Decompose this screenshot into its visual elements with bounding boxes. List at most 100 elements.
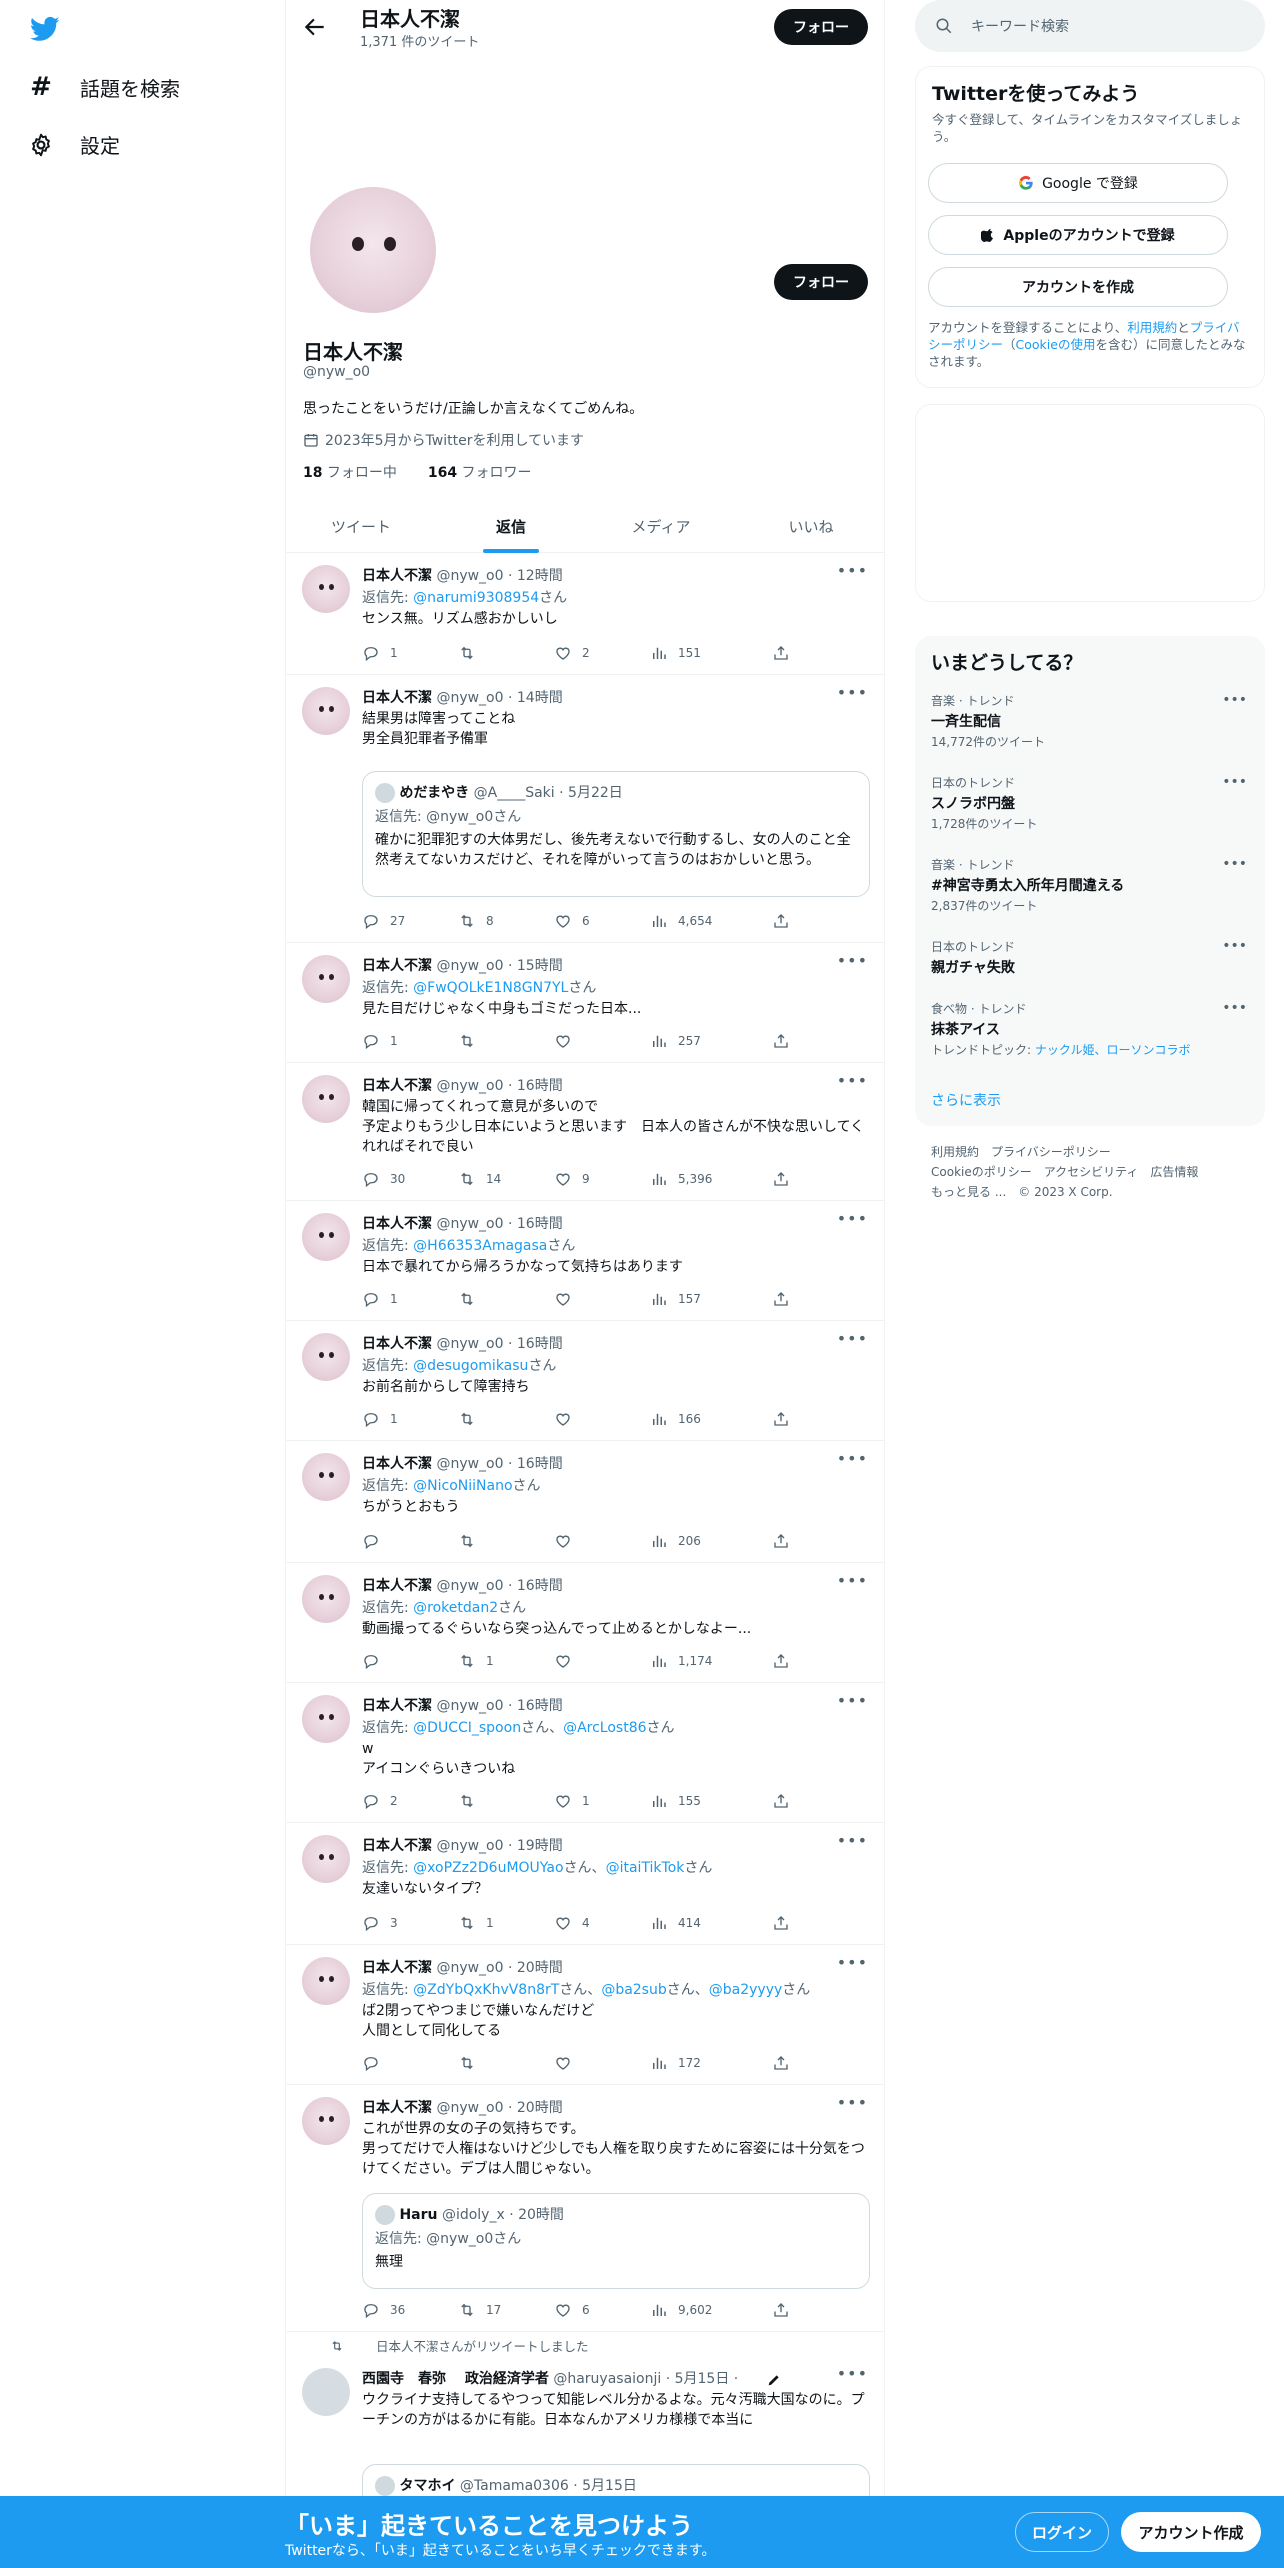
trend-item[interactable]: 日本のトレンド 親ガチャ失敗 •••	[931, 938, 1247, 977]
share-button[interactable]	[772, 1651, 790, 1671]
views-button[interactable]: 151	[650, 643, 701, 663]
tweet[interactable]: 日本人不潔 @nyw_o0 · 16時間 ••• 返信先: @H66353Amaga…	[286, 1201, 884, 1321]
more-options-icon[interactable]: •••	[837, 951, 868, 970]
search-input[interactable]: キーワード検索	[971, 16, 1069, 36]
like-button[interactable]: 4	[554, 1913, 590, 1933]
tweet-meta[interactable]: @nyw_o0 · 16時間	[432, 1216, 562, 1232]
tweet-author-name[interactable]: 日本人不潔	[362, 1578, 432, 1594]
share-button[interactable]	[772, 1289, 790, 1309]
trend-more-icon[interactable]: •••	[1222, 692, 1247, 708]
views-button[interactable]: 206	[650, 1531, 701, 1551]
views-button[interactable]: 166	[650, 1409, 701, 1429]
retweet-button[interactable]	[458, 643, 486, 663]
tweet-meta[interactable]: @nyw_o0 · 16時間	[432, 1336, 562, 1352]
retweet-button[interactable]: 17	[458, 2300, 501, 2320]
create-account-button[interactable]: アカウントを作成	[928, 267, 1228, 307]
more-options-icon[interactable]: •••	[837, 1449, 868, 1468]
more-options-icon[interactable]: •••	[837, 1953, 868, 1972]
views-button[interactable]: 257	[650, 1031, 701, 1051]
tweet-author-name[interactable]: 日本人不潔	[362, 958, 432, 974]
tweet-author-name[interactable]: 日本人不潔	[362, 1336, 432, 1352]
tweet[interactable]: 日本人不潔 @nyw_o0 · 14時間 ••• 結果男は障害ってことね 男全員犯罪…	[286, 675, 884, 943]
tweet-meta[interactable]: @nyw_o0 · 16時間	[432, 1078, 562, 1094]
back-arrow-icon[interactable]	[302, 14, 328, 40]
reply-to-link[interactable]: @ba2yyyy	[709, 1982, 783, 1998]
retweet-button[interactable]	[458, 1409, 486, 1429]
tweet-author-name[interactable]: 日本人不潔	[362, 2100, 432, 2116]
reply-to-link[interactable]: @ArcLost86	[563, 1720, 646, 1736]
more-options-icon[interactable]: •••	[837, 683, 868, 702]
share-button[interactable]	[772, 911, 790, 931]
tweet-author-name[interactable]: 日本人不潔	[362, 1698, 432, 1714]
share-button[interactable]	[772, 1169, 790, 1189]
tweet-meta[interactable]: @nyw_o0 · 14時間	[432, 690, 562, 706]
tweet-avatar[interactable]	[302, 2368, 350, 2416]
nav-explore[interactable]: # 話題を検索	[28, 72, 180, 102]
reply-to-link[interactable]: @DUCCI_spoon	[413, 1720, 521, 1736]
footer-line-2[interactable]: Cookieのポリシー アクセシビリティ 広告情報	[931, 1162, 1198, 1182]
more-options-icon[interactable]: •••	[837, 1329, 868, 1348]
retweet-button[interactable]	[458, 1289, 486, 1309]
reply-button[interactable]: 30	[362, 1169, 405, 1189]
tweet-meta[interactable]: @haruyasaionji · 5月15日 ·	[549, 2371, 738, 2387]
share-button[interactable]	[772, 2300, 790, 2320]
trend-item[interactable]: 音楽 · トレンド 一斉生配信 14,772件のツイート •••	[931, 692, 1247, 750]
tweet-meta[interactable]: @nyw_o0 · 12時間	[432, 568, 562, 584]
tweet-author-name[interactable]: 日本人不潔	[362, 568, 432, 584]
more-options-icon[interactable]: •••	[837, 1209, 868, 1228]
views-button[interactable]: 1,174	[650, 1651, 712, 1671]
reply-to-link[interactable]: @narumi9308954	[413, 590, 539, 606]
retweet-button[interactable]: 14	[458, 1169, 501, 1189]
like-button[interactable]	[554, 1409, 582, 1429]
followers-link[interactable]: 164 フォロワー	[428, 465, 532, 481]
trend-topic-links[interactable]: ナックル姫、ローソンコラボ	[1035, 1043, 1191, 1057]
tweet-avatar[interactable]	[302, 1213, 350, 1261]
signup-button[interactable]: アカウント作成	[1121, 2512, 1261, 2552]
login-button[interactable]: ログイン	[1015, 2512, 1109, 2552]
twitter-logo-icon[interactable]	[28, 14, 62, 44]
following-link[interactable]: 18 フォロー中	[303, 465, 397, 481]
like-button[interactable]: 6	[554, 911, 590, 931]
tweet-avatar[interactable]	[302, 955, 350, 1003]
more-options-icon[interactable]: •••	[837, 2364, 868, 2383]
reply-button[interactable]: 1	[362, 1031, 398, 1051]
tweet-avatar[interactable]	[302, 1835, 350, 1883]
tweet-avatar[interactable]	[302, 1453, 350, 1501]
like-button[interactable]	[554, 2053, 582, 2073]
views-button[interactable]: 9,602	[650, 2300, 712, 2320]
share-button[interactable]	[772, 2053, 790, 2073]
header-follow-button[interactable]: フォロー	[774, 9, 868, 45]
trend-more-icon[interactable]: •••	[1222, 856, 1247, 872]
retweet-button[interactable]	[458, 2053, 486, 2073]
like-button[interactable]: 1	[554, 1791, 590, 1811]
tweet[interactable]: 日本人不潔 @nyw_o0 · 16時間 ••• 返信先: @desugomikas…	[286, 1321, 884, 1441]
tweet-avatar[interactable]	[302, 565, 350, 613]
retweet-button[interactable]	[458, 1791, 486, 1811]
tweet-meta[interactable]: @nyw_o0 · 15時間	[432, 958, 562, 974]
views-button[interactable]: 172	[650, 2053, 701, 2073]
tab-media[interactable]: メディア	[586, 500, 736, 553]
terms-link[interactable]: 利用規約	[1127, 320, 1177, 335]
reply-button[interactable]: 1	[362, 1289, 398, 1309]
reply-to-link[interactable]: @NicoNiiNano	[413, 1478, 512, 1494]
tweet-meta[interactable]: @nyw_o0 · 16時間	[432, 1698, 562, 1714]
trend-more-icon[interactable]: •••	[1222, 1000, 1247, 1016]
tweet-avatar[interactable]	[302, 1695, 350, 1743]
like-button[interactable]	[554, 1031, 582, 1051]
like-button[interactable]	[554, 1289, 582, 1309]
like-button[interactable]	[554, 1531, 582, 1551]
tweet-author-name[interactable]: 日本人不潔	[362, 1456, 432, 1472]
reply-button[interactable]: 2	[362, 1791, 398, 1811]
footer-line-1[interactable]: 利用規約 プライバシーポリシー	[931, 1142, 1198, 1162]
tweet-meta[interactable]: @nyw_o0 · 16時間	[432, 1456, 562, 1472]
tweet-author-name[interactable]: 日本人不潔	[362, 1078, 432, 1094]
footer-line-3[interactable]: もっと見る ... © 2023 X Corp.	[931, 1182, 1198, 1202]
tweet-author-name[interactable]: 日本人不潔	[362, 1960, 432, 1976]
retweet-button[interactable]: 8	[458, 911, 494, 931]
reply-to-link[interactable]: @roketdan2	[413, 1600, 498, 1616]
like-button[interactable]: 2	[554, 643, 590, 663]
reply-to-link[interactable]: @desugomikasu	[413, 1358, 528, 1374]
trend-item[interactable]: 食べ物 · トレンド 抹茶アイス トレンドトピック: ナックル姫、ローソンコラボ…	[931, 1000, 1247, 1058]
like-button[interactable]: 9	[554, 1169, 590, 1189]
show-more-link[interactable]: さらに表示	[931, 1090, 1001, 1110]
